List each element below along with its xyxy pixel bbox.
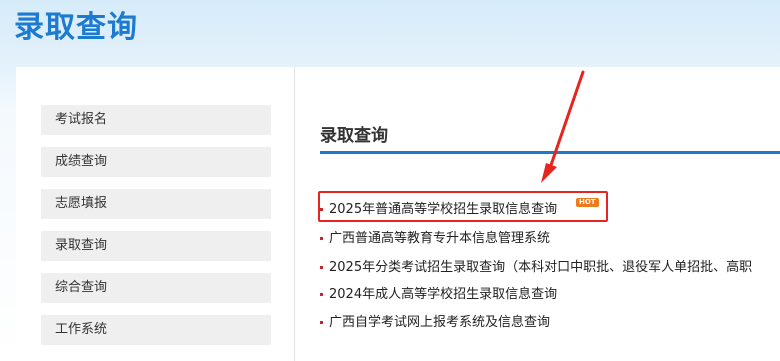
arrow-head-icon	[541, 163, 557, 183]
arrow-shaft	[548, 70, 585, 170]
annotation-arrow	[541, 70, 585, 183]
